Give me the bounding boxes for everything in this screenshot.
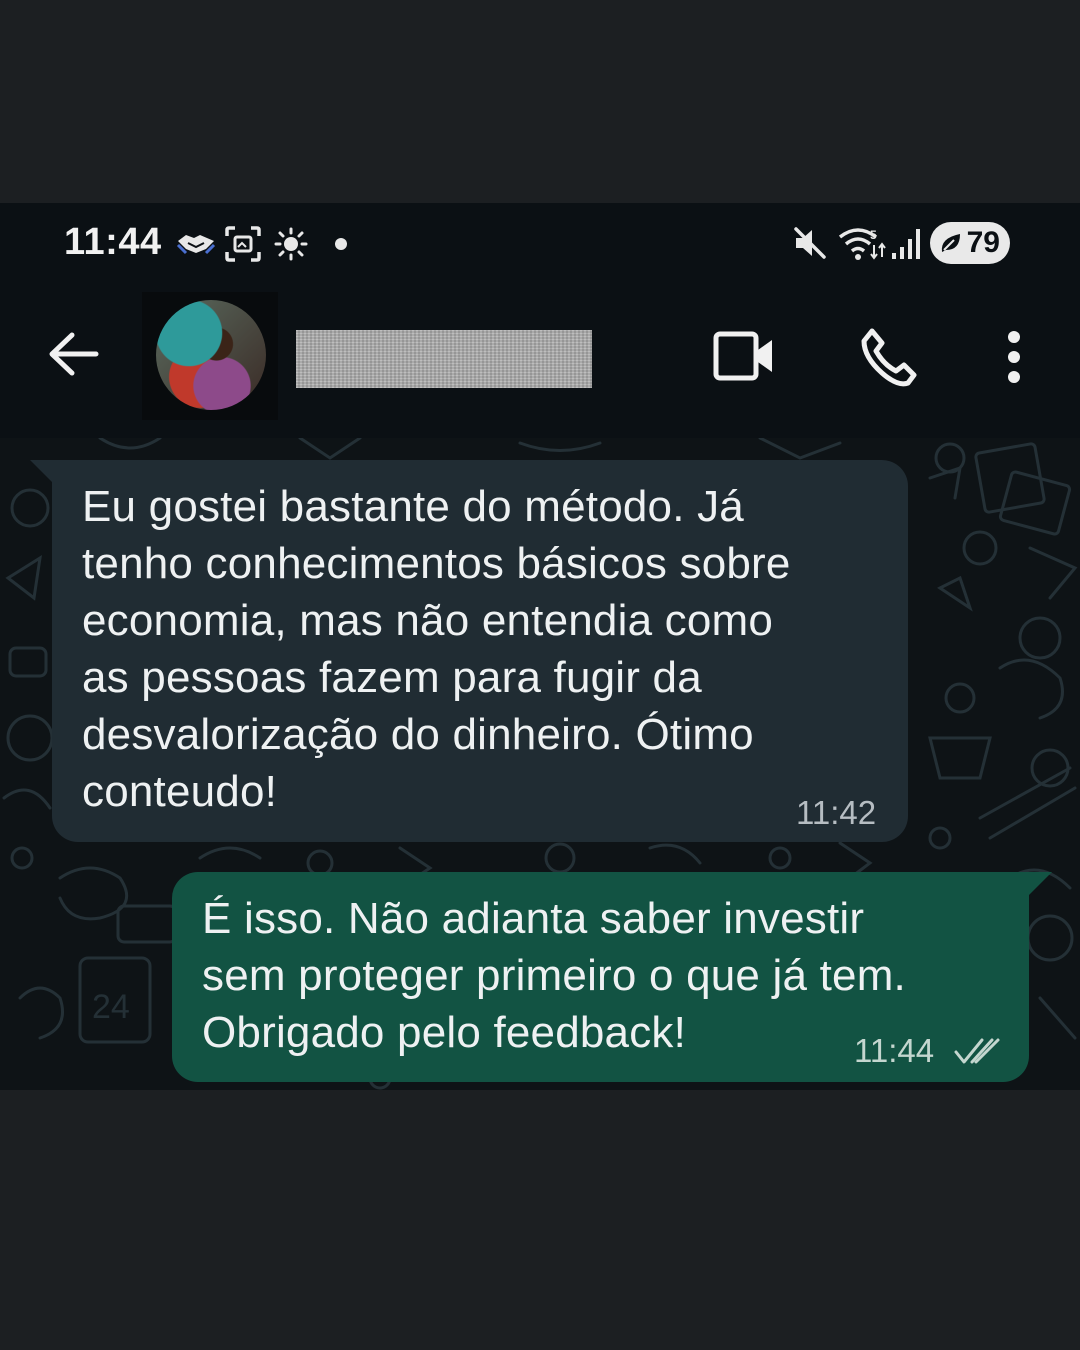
- outgoing-message-bubble[interactable]: É isso. Não adianta saber investir sem p…: [172, 872, 1029, 1082]
- signal-icon: [892, 229, 920, 259]
- more-options-icon[interactable]: [1004, 329, 1024, 385]
- incoming-message-time: 11:42: [796, 794, 877, 831]
- status-time: 11:44: [64, 221, 162, 263]
- double-check-icon: [954, 1038, 1000, 1064]
- chat-area[interactable]: 24 Eu gostei bastante do método. Já tenh…: [0, 438, 1080, 1090]
- muted-icon: [794, 227, 826, 259]
- svg-text:24: 24: [92, 988, 130, 1026]
- contact-avatar-frame[interactable]: [142, 292, 278, 420]
- phone-screen: 11:44 5 79 24 Eu gostei bastante do méto…: [0, 203, 1080, 1090]
- outgoing-message-time: 11:44: [854, 1032, 935, 1069]
- incoming-message-bubble[interactable]: Eu gostei bastante do método. Já tenho c…: [52, 460, 908, 842]
- incoming-bubble-tail: [30, 460, 54, 484]
- screenshot-icon: [225, 226, 261, 262]
- outgoing-bubble-tail: [1028, 872, 1052, 896]
- status-bar: 11:44 5 79: [0, 203, 1080, 283]
- phone-call-icon[interactable]: [858, 327, 918, 387]
- battery-indicator: 79: [930, 222, 1010, 264]
- back-arrow-icon[interactable]: [46, 329, 100, 379]
- chat-header: [0, 283, 1080, 438]
- avatar[interactable]: [156, 300, 266, 410]
- wifi-icon: 5: [838, 228, 886, 260]
- notification-dot-icon: [335, 238, 347, 250]
- handshake-icon: [176, 235, 216, 255]
- battery-saver-icon: [941, 234, 960, 252]
- brightness-icon: [274, 227, 308, 261]
- contact-name-redacted[interactable]: [296, 330, 592, 388]
- video-call-icon[interactable]: [712, 330, 776, 382]
- incoming-message-text: Eu gostei bastante do método. Já tenho c…: [82, 482, 791, 816]
- svg-text:5: 5: [870, 228, 877, 242]
- battery-level: 79: [966, 226, 1000, 259]
